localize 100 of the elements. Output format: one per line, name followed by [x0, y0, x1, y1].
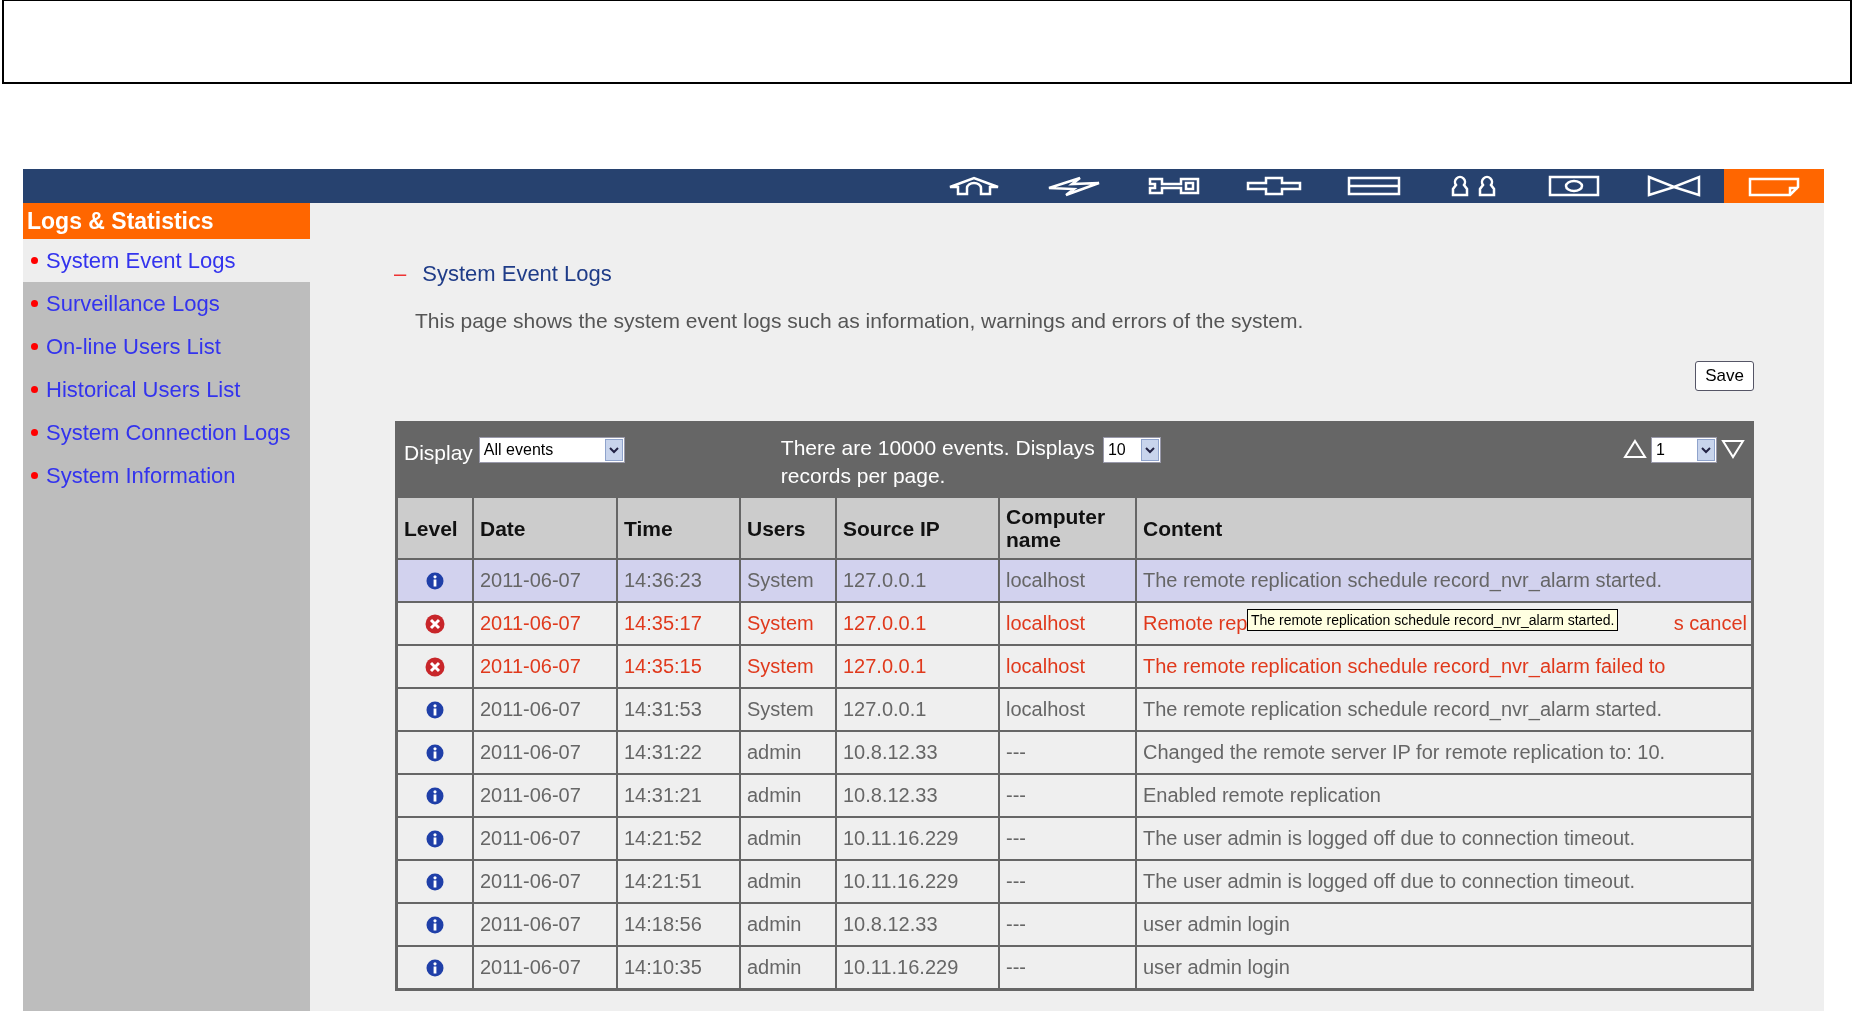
page-select[interactable]: 1 [1651, 437, 1717, 463]
section-title: System Event Logs [422, 261, 612, 287]
user-cell: System [741, 646, 835, 687]
computer-name-cell: --- [1000, 775, 1135, 816]
content-cell: Enabled remote replication [1137, 775, 1751, 816]
source-ip-cell: 127.0.0.1 [837, 689, 998, 730]
content-cell: The remote replication schedule record_nvr_alarm started. [1137, 560, 1751, 601]
event-filter-select[interactable]: All events [478, 437, 625, 463]
user-cell: admin [741, 775, 835, 816]
info-icon [426, 829, 444, 848]
user-cell: System [741, 603, 835, 644]
source-ip-cell: 10.11.16.229 [837, 861, 998, 902]
sidebar-item[interactable]: System Information [23, 454, 310, 497]
user-cell: admin [741, 818, 835, 859]
bullet-icon [31, 429, 38, 436]
save-button[interactable]: Save [1695, 361, 1754, 391]
column-header: Source IP [837, 498, 998, 558]
time-cell: 14:31:53 [618, 689, 739, 730]
bullet-icon [31, 472, 38, 479]
event-summary: There are 10000 events. Displays [780, 435, 1095, 461]
drive-icon [1347, 175, 1401, 197]
date-cell: 2011-06-07 [474, 818, 616, 859]
user-cell: admin [741, 947, 835, 988]
sidebar-item-label: System Connection Logs [46, 419, 291, 446]
section-marker: – [394, 261, 407, 287]
time-cell: 14:18:56 [618, 904, 739, 945]
content-text: s cancel [1673, 612, 1747, 635]
source-ip-cell: 127.0.0.1 [837, 603, 998, 644]
note-icon [1748, 175, 1800, 197]
sidebar-item-label: On-line Users List [46, 333, 221, 360]
source-ip-cell: 10.11.16.229 [837, 818, 998, 859]
content-cell: The remote replication schedule record_nvr_alarm failed to [1137, 646, 1751, 687]
caret-icon [1701, 446, 1711, 454]
column-header: Time [618, 498, 739, 558]
date-cell: 2011-06-07 [474, 732, 616, 773]
sidebar-item[interactable]: On-line Users List [23, 325, 310, 368]
computer-name-cell: localhost [1000, 689, 1135, 730]
date-cell: 2011-06-07 [474, 689, 616, 730]
user-cell: System [741, 689, 835, 730]
sidebar-item-label: Historical Users List [46, 376, 241, 403]
computer-name-cell: --- [1000, 904, 1135, 945]
computer-name-cell: localhost [1000, 603, 1135, 644]
time-cell: 14:31:22 [618, 732, 739, 773]
sidebar-item[interactable]: Historical Users List [23, 368, 310, 411]
date-cell: 2011-06-07 [474, 775, 616, 816]
info-icon [426, 571, 444, 590]
column-header: Content [1137, 498, 1751, 558]
records-per-page-select[interactable]: 10 [1102, 437, 1161, 463]
user-cell: System [741, 560, 835, 601]
time-cell: 14:21:52 [618, 818, 739, 859]
content-cell: The user admin is logged off due to connection timeout. [1137, 861, 1751, 902]
caret-icon [608, 446, 619, 454]
computer-name-cell: --- [1000, 732, 1135, 773]
bullet-icon [31, 300, 38, 307]
date-cell: 2011-06-07 [474, 861, 616, 902]
next-page-icon[interactable] [1721, 439, 1745, 459]
info-icon [426, 915, 444, 934]
sidebar-item[interactable]: System Event Logs [23, 239, 310, 282]
sidebar-item[interactable]: System Connection Logs [23, 411, 310, 454]
time-cell: 14:35:17 [618, 603, 739, 644]
sidebar-title: Logs & Statistics [23, 203, 310, 239]
content-cell: user admin login [1137, 904, 1751, 945]
lightning-icon [1046, 175, 1102, 197]
source-ip-cell: 127.0.0.1 [837, 646, 998, 687]
source-ip-cell: 10.8.12.33 [837, 904, 998, 945]
date-cell: 2011-06-07 [474, 646, 616, 687]
time-cell: 14:36:23 [618, 560, 739, 601]
user-cell: admin [741, 861, 835, 902]
error-icon [425, 613, 445, 634]
error-icon [425, 656, 445, 677]
content-cell: The remote replication schedule record_nvr_alarm started. [1137, 689, 1751, 730]
time-cell: 14:21:51 [618, 861, 739, 902]
source-ip-cell: 127.0.0.1 [837, 560, 998, 601]
sidebar-item[interactable]: Surveillance Logs [23, 282, 310, 325]
content-cell: Changed the remote server IP for remote replication to: 10. [1137, 732, 1751, 773]
info-icon [426, 700, 444, 719]
time-cell: 14:10:35 [618, 947, 739, 988]
content-cell: user admin login [1137, 947, 1751, 988]
section-description: This page shows the system event logs such as information, warnings and errors of the system. [415, 309, 1305, 333]
column-header: Computer name [1000, 498, 1135, 558]
source-ip-cell: 10.11.16.229 [837, 947, 998, 988]
computer-name-cell: --- [1000, 947, 1135, 988]
content-text: Remote rep [1143, 612, 1248, 635]
user-cell: admin [741, 732, 835, 773]
records-per-page-label: records per page. [780, 463, 946, 489]
info-icon [426, 958, 444, 977]
column-header: Level [398, 498, 472, 558]
caret-icon [1144, 446, 1155, 454]
bullet-icon [31, 386, 38, 393]
info-icon [426, 786, 444, 805]
computer-name-cell: --- [1000, 861, 1135, 902]
computer-name-cell: localhost [1000, 646, 1135, 687]
sidebar-item-label: Surveillance Logs [46, 290, 220, 317]
computer-name-cell: --- [1000, 818, 1135, 859]
bullet-icon [31, 343, 38, 350]
bullet-icon [31, 257, 38, 264]
previous-page-icon[interactable] [1623, 439, 1647, 459]
computer-name-cell: localhost [1000, 560, 1135, 601]
sidebar-item-label: System Information [46, 462, 236, 489]
column-header: Users [741, 498, 835, 558]
